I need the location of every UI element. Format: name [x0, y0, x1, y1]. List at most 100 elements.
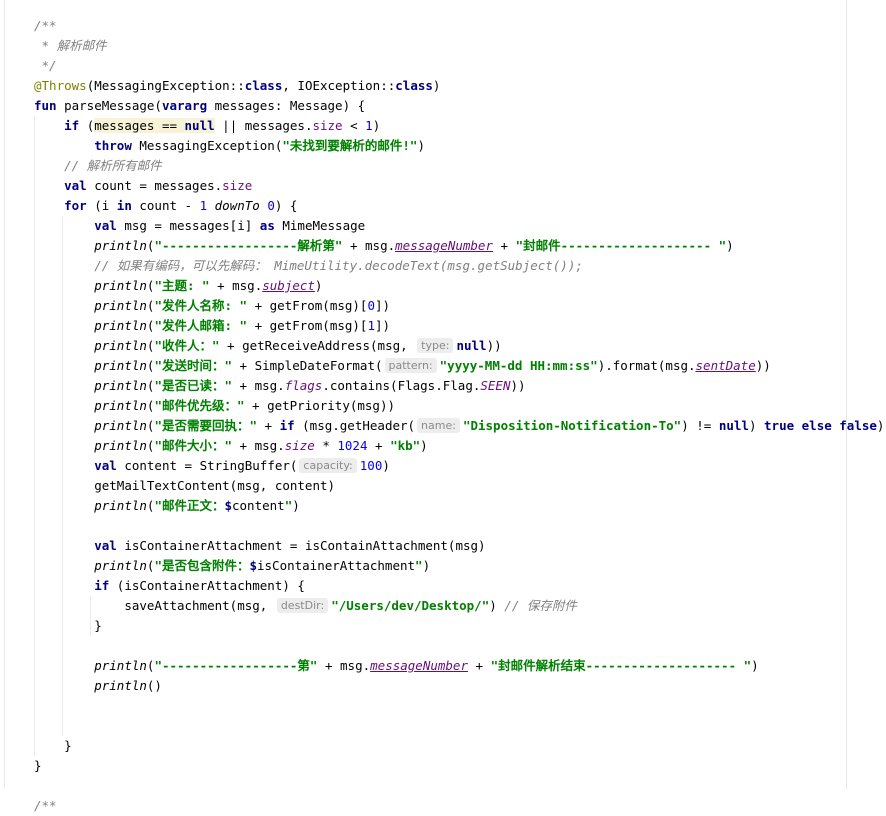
code-line[interactable]: println(): [34, 676, 884, 696]
code-line[interactable]: fun parseMessage(vararg messages: Messag…: [34, 96, 884, 116]
code-token: 0: [367, 298, 375, 313]
code-token: (MessagingException::: [86, 78, 245, 93]
code-token: println: [94, 438, 147, 453]
code-token: + msg.: [317, 658, 371, 673]
code-line[interactable]: /**: [34, 796, 884, 816]
code-line[interactable]: println("是否需要回执：" + if (msg.getHeader(na…: [34, 416, 884, 436]
code-token: messages ==: [94, 118, 185, 133]
code-line[interactable]: /**: [34, 16, 884, 36]
code-token: (msg.getHeader(: [302, 418, 416, 433]
code-line[interactable]: println("------------------解析第" + msg.me…: [34, 236, 884, 256]
code-editor[interactable]: /** * 解析邮件 */ @Throws(MessagingException:…: [0, 0, 886, 813]
code-token: (i: [94, 198, 117, 213]
code-token: @Throws: [34, 78, 87, 93]
code-line[interactable]: for (i in count - 1 downTo 0) {: [34, 196, 884, 216]
code-token: println: [94, 298, 147, 313]
code-line[interactable]: println("邮件优先级：" + getPriority(msg)): [34, 396, 884, 416]
code-token: ): [876, 418, 885, 433]
code-token: + SimpleDateFormat(: [232, 358, 383, 373]
code-line[interactable]: println("发件人邮箱: " + getFrom(msg)[1]): [34, 316, 884, 336]
code-line[interactable]: throw MessagingException("未找到要解析的邮件!"): [34, 136, 884, 156]
code-line[interactable]: }: [34, 616, 884, 636]
code-line[interactable]: getMailTextContent(msg, content): [34, 476, 884, 496]
parameter-hint: name:: [417, 418, 460, 433]
code-token: $: [224, 498, 232, 513]
code-token: || messages.: [214, 118, 313, 133]
code-token: + msg.: [209, 278, 263, 293]
code-line[interactable]: val isContainerAttachment = isContainAtt…: [34, 536, 884, 556]
code-line[interactable]: // 解析所有邮件: [34, 156, 884, 176]
code-token: ): [748, 418, 765, 433]
code-token: "发送时间：": [154, 358, 232, 373]
code-token: "Disposition-Notification-To": [462, 418, 682, 433]
code-line[interactable]: if (isContainerAttachment) {: [34, 576, 884, 596]
code-token: }: [34, 758, 42, 773]
code-token: println: [94, 238, 147, 253]
code-token: ): [417, 138, 425, 153]
code-line[interactable]: // 如果有编码，可以先解码： MimeUtility.decodeText(m…: [34, 256, 884, 276]
code-line[interactable]: println("发件人名称: " + getFrom(msg)[0]): [34, 296, 884, 316]
code-line[interactable]: [34, 516, 884, 536]
code-line[interactable]: println("------------------第" + msg.mess…: [34, 656, 884, 676]
code-token: (isContainerAttachment) {: [116, 578, 305, 593]
code-line[interactable]: [34, 696, 884, 716]
code-line[interactable]: println("主题: " + msg.subject): [34, 276, 884, 296]
parameter-hint: destDir:: [276, 598, 329, 613]
code-line[interactable]: println("收件人：" + getReceiveAddress(msg, …: [34, 336, 884, 356]
code-line[interactable]: println("是否已读：" + msg.flags.contains(Fla…: [34, 376, 884, 396]
code-line[interactable]: }: [34, 756, 884, 776]
code-token: $: [249, 558, 257, 573]
code-line[interactable]: }: [34, 736, 884, 756]
code-line[interactable]: [34, 776, 884, 796]
code-line[interactable]: * 解析邮件: [34, 36, 884, 56]
code-line[interactable]: val msg = messages[i] as MimeMessage: [34, 216, 884, 236]
code-line[interactable]: println("邮件正文：$content"): [34, 496, 884, 516]
code-line[interactable]: val content = StringBuffer(capacity: 100): [34, 456, 884, 476]
code-token: println: [94, 358, 147, 373]
code-token: /**: [34, 18, 57, 33]
code-token: + msg.: [232, 378, 285, 393]
code-line[interactable]: @Throws(MessagingException::class, IOExc…: [34, 76, 884, 96]
code-token: println: [94, 338, 147, 353]
code-token: val: [94, 538, 125, 553]
code-token: count -: [139, 198, 200, 213]
code-line[interactable]: println("发送时间：" + SimpleDateFormat(patte…: [34, 356, 884, 376]
code-token: "------------------第": [154, 658, 318, 673]
code-token: println: [94, 318, 147, 333]
code-token: content = StringBuffer(: [124, 458, 298, 473]
code-token: .contains(Flags.Flag.: [322, 378, 481, 393]
code-token: isContainerAttachment: [257, 558, 416, 573]
code-line[interactable]: [34, 716, 884, 736]
code-token: ): [372, 118, 381, 133]
code-token: messages: Message) {: [214, 98, 366, 113]
code-token: "邮件优先级：": [154, 398, 245, 413]
code-token: in: [116, 198, 140, 213]
code-line[interactable]: println("是否包含附件：$isContainerAttachment"): [34, 556, 884, 576]
code-token: parseMessage(: [64, 98, 162, 113]
code-line[interactable]: println("邮件大小：" + msg.size * 1024 + "kb"…: [34, 436, 884, 456]
code-line[interactable]: */: [34, 56, 884, 76]
code-line[interactable]: saveAttachment(msg, destDir: "/Users/dev/…: [34, 596, 884, 616]
code-token: size: [222, 178, 253, 193]
code-token: ) !=: [681, 418, 719, 433]
code-line[interactable]: if (messages == null || messages.size < …: [34, 116, 884, 136]
code-line[interactable]: val count = messages.size: [34, 176, 884, 196]
code-token: if: [64, 118, 87, 133]
code-line[interactable]: [34, 636, 884, 656]
code-token: ): [292, 498, 300, 513]
code-token: null: [184, 118, 215, 133]
code-token: */: [34, 58, 57, 73]
code-token: ): [432, 78, 441, 93]
